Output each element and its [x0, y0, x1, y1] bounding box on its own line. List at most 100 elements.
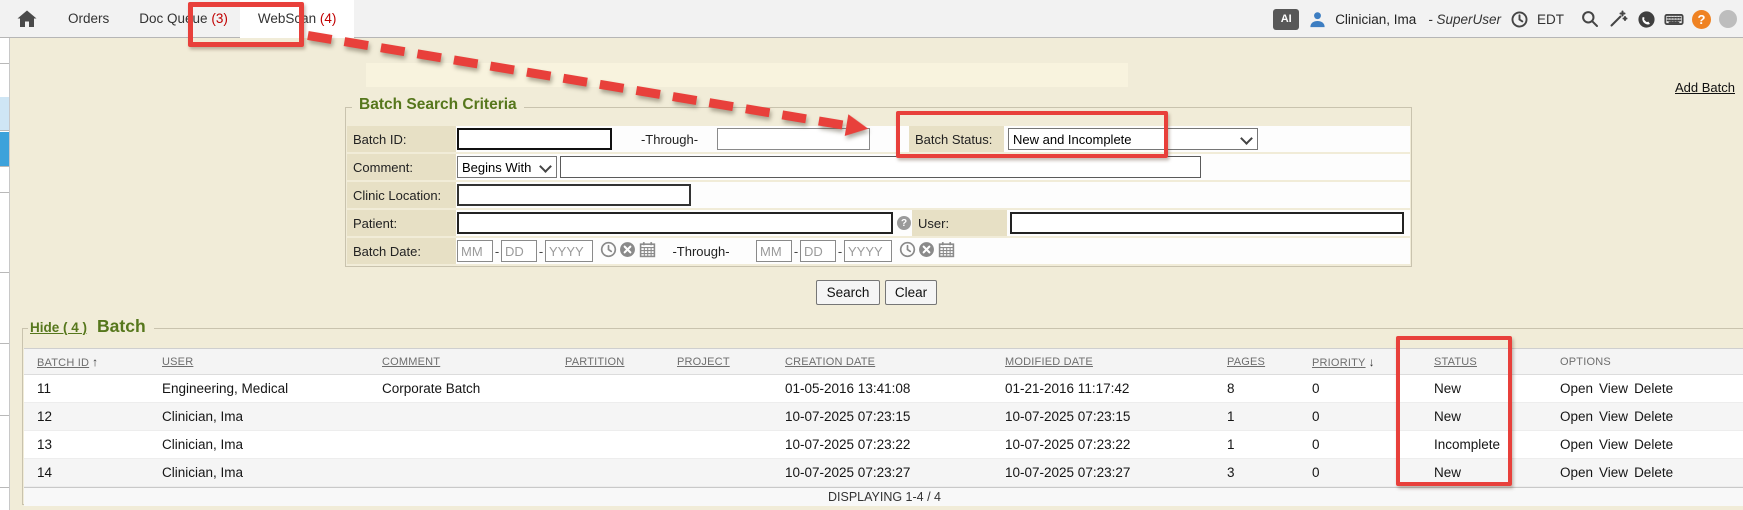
cell-pages: 8	[1227, 381, 1312, 396]
table-row[interactable]: 11Engineering, MedicalCorporate Batch01-…	[24, 375, 1743, 403]
column-header-label[interactable]: PAGES	[1227, 356, 1265, 368]
cell-creation-date: 10-07-2025 07:23:15	[785, 409, 1005, 424]
batch-date-to-day-input[interactable]	[800, 240, 836, 262]
calendar-icon[interactable]	[639, 241, 656, 258]
view-link[interactable]: View	[1599, 437, 1628, 452]
column-header-project[interactable]: PROJECT	[677, 356, 785, 368]
column-header-label: OPTIONS	[1560, 356, 1611, 368]
column-header-label[interactable]: STATUS	[1434, 356, 1477, 368]
user-role: - SuperUser	[1428, 12, 1501, 27]
cell-options: Open View Delete	[1560, 381, 1743, 396]
column-header-comment[interactable]: COMMENT	[382, 356, 565, 368]
sidebar-collapsed-item[interactable]	[0, 97, 9, 130]
globe-phone-icon[interactable]	[1636, 9, 1656, 29]
comment-match-select[interactable]: Begins With	[457, 156, 557, 178]
table-row[interactable]: 13Clinician, Ima10-07-2025 07:23:2210-07…	[24, 431, 1743, 459]
cell-pages: 1	[1227, 437, 1312, 452]
sidebar-collapsed-item-active[interactable]	[0, 132, 9, 166]
batch-date-from-year-input[interactable]	[545, 240, 593, 262]
clear-button[interactable]: Clear	[885, 280, 937, 305]
cell-batch-id: 11	[37, 381, 162, 396]
doc-queue-count: (3)	[211, 11, 228, 26]
batch-status-select[interactable]: New and Incomplete	[1008, 128, 1258, 150]
column-header-label[interactable]: COMMENT	[382, 356, 440, 368]
column-header-pages[interactable]: PAGES	[1227, 356, 1312, 368]
delete-link[interactable]: Delete	[1634, 409, 1673, 424]
cell-batch-id: 13	[37, 437, 162, 452]
clear-date-icon[interactable]	[619, 241, 636, 258]
table-footer: DISPLAYING 1-4 / 4	[24, 487, 1743, 506]
clinic-location-input[interactable]	[457, 184, 691, 206]
time-picker-icon[interactable]	[600, 241, 617, 258]
user-label: User:	[912, 210, 1007, 236]
patient-help-icon[interactable]: ?	[897, 216, 911, 230]
patient-input[interactable]	[457, 212, 893, 234]
batch-id-through-label: -Through-	[622, 126, 717, 152]
user-icon	[1307, 9, 1327, 29]
open-link[interactable]: Open	[1560, 437, 1593, 452]
highlight-band	[366, 63, 1128, 87]
nav-item-orders[interactable]: Orders	[68, 11, 109, 26]
column-header-label[interactable]: USER	[162, 356, 193, 368]
nav-item-doc-queue[interactable]: Doc Queue (3)	[139, 11, 228, 26]
table-row[interactable]: 14Clinician, Ima10-07-2025 07:23:2710-07…	[24, 459, 1743, 487]
home-icon[interactable]	[16, 9, 38, 29]
column-header-priority[interactable]: PRIORITY↓	[1312, 355, 1434, 369]
clinic-location-label: Clinic Location:	[347, 182, 456, 208]
nav-item-webscan[interactable]: WebScan (4)	[240, 0, 355, 38]
cell-batch-id: 14	[37, 465, 162, 480]
view-link[interactable]: View	[1599, 465, 1628, 480]
cell-user: Clinician, Ima	[162, 437, 382, 452]
batch-status-label: Batch Status:	[909, 126, 1004, 152]
hide-link[interactable]: Hide ( 4 )	[30, 320, 87, 335]
column-header-user[interactable]: USER	[162, 356, 382, 368]
search-button[interactable]: Search	[816, 280, 880, 305]
batch-table-body: 11Engineering, MedicalCorporate Batch01-…	[24, 375, 1743, 487]
open-link[interactable]: Open	[1560, 465, 1593, 480]
add-batch-link[interactable]: Add Batch	[1675, 80, 1735, 95]
cell-comment: Corporate Batch	[382, 381, 565, 396]
column-header-creation-date[interactable]: CREATION DATE	[785, 356, 1005, 368]
cell-creation-date: 10-07-2025 07:23:22	[785, 437, 1005, 452]
delete-link[interactable]: Delete	[1634, 437, 1673, 452]
webscan-count: (4)	[320, 11, 337, 26]
cell-options: Open View Delete	[1560, 465, 1743, 480]
batch-date-from-month-input[interactable]	[457, 240, 493, 262]
table-row[interactable]: 12Clinician, Ima10-07-2025 07:23:1510-07…	[24, 403, 1743, 431]
batch-date-from-day-input[interactable]	[501, 240, 537, 262]
help-icon[interactable]: ?	[1692, 10, 1711, 29]
wand-icon[interactable]	[1608, 9, 1628, 29]
delete-link[interactable]: Delete	[1634, 381, 1673, 396]
clear-date-icon[interactable]	[918, 241, 935, 258]
search-icon[interactable]	[1580, 9, 1600, 29]
open-link[interactable]: Open	[1560, 381, 1593, 396]
batch-date-to-month-input[interactable]	[756, 240, 792, 262]
column-header-label[interactable]: MODIFIED DATE	[1005, 356, 1093, 368]
ai-badge[interactable]: AI	[1273, 9, 1299, 30]
open-link[interactable]: Open	[1560, 409, 1593, 424]
batch-date-through-label: -Through-	[671, 238, 731, 264]
user-input[interactable]	[1010, 212, 1404, 234]
cell-status: New	[1434, 465, 1560, 480]
column-header-batch-id[interactable]: BATCH ID↑	[37, 355, 162, 369]
batch-id-to-input[interactable]	[717, 128, 870, 150]
column-header-label[interactable]: CREATION DATE	[785, 356, 875, 368]
delete-link[interactable]: Delete	[1634, 465, 1673, 480]
view-link[interactable]: View	[1599, 381, 1628, 396]
batch-id-from-input[interactable]	[457, 128, 612, 150]
column-header-modified-date[interactable]: MODIFIED DATE	[1005, 356, 1227, 368]
column-header-label[interactable]: PROJECT	[677, 356, 730, 368]
calendar-icon[interactable]	[938, 241, 955, 258]
sort-asc-icon: ↑	[92, 355, 98, 369]
column-header-label[interactable]: PARTITION	[565, 356, 624, 368]
column-header-status[interactable]: STATUS	[1434, 356, 1560, 368]
time-picker-icon[interactable]	[899, 241, 916, 258]
view-link[interactable]: View	[1599, 409, 1628, 424]
column-header-partition[interactable]: PARTITION	[565, 356, 677, 368]
batch-date-to-year-input[interactable]	[844, 240, 892, 262]
column-header-label[interactable]: PRIORITY	[1312, 357, 1366, 369]
column-header-label[interactable]: BATCH ID	[37, 357, 89, 369]
comment-input[interactable]	[560, 156, 1201, 178]
cell-pages: 3	[1227, 465, 1312, 480]
keyboard-icon[interactable]	[1664, 9, 1684, 29]
